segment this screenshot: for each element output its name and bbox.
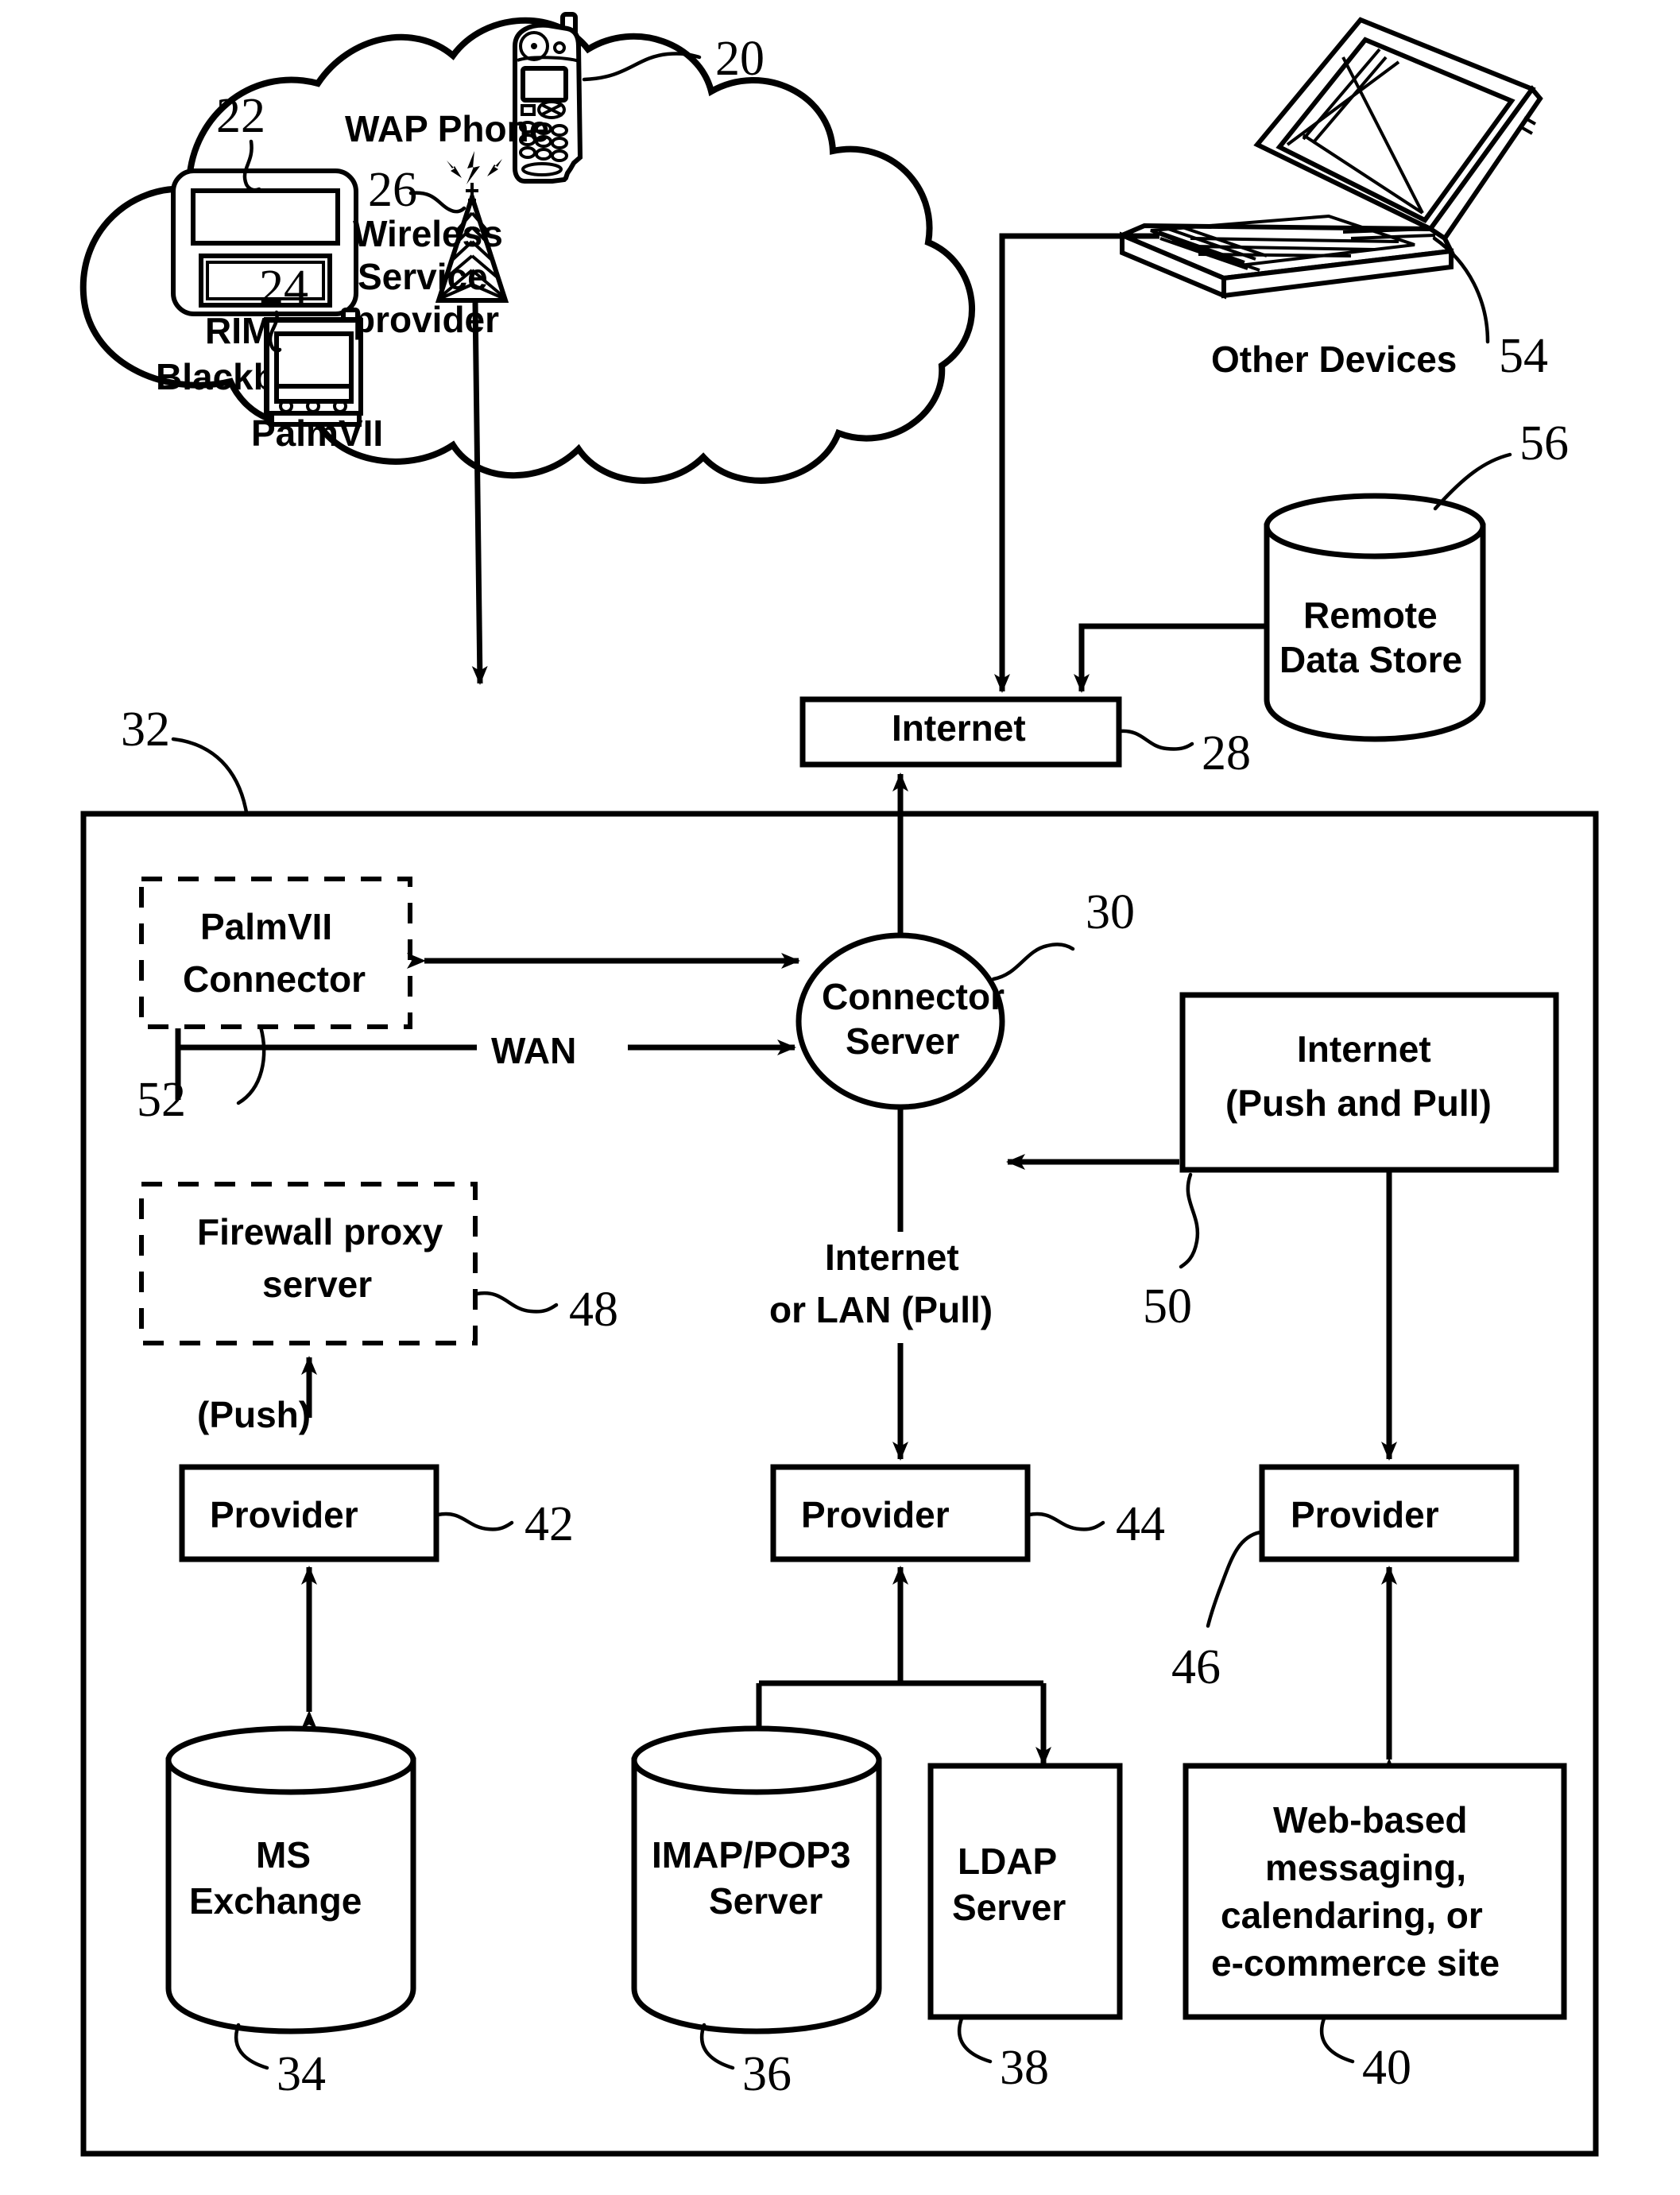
palmvii-connector-box	[139, 877, 412, 1029]
palmvii-icon	[264, 308, 363, 427]
ref-number-56: 56	[1519, 416, 1569, 470]
ref-number-48: 48	[569, 1283, 618, 1337]
lead-line-48	[474, 1291, 559, 1314]
ref-number-30: 30	[1086, 885, 1135, 939]
imap-line1: IMAP/POP3	[652, 1834, 851, 1876]
ref-number-20: 20	[715, 32, 765, 86]
ms-exchange-line1: MS	[256, 1834, 311, 1876]
remote-ds-label-line2: Data Store	[1279, 639, 1462, 680]
ref-number-34: 34	[277, 2047, 326, 2101]
lead-line-32	[171, 737, 249, 815]
ref-number-26: 26	[368, 163, 417, 217]
arrow-remote-store-to-internet	[1074, 623, 1267, 693]
web-line1: Web-based	[1273, 1799, 1468, 1841]
rim-label-line1: RIM	[205, 310, 272, 351]
remote-ds-label-line1: Remote	[1303, 594, 1438, 636]
ms-exchange-line2: Exchange	[189, 1880, 362, 1922]
lead-line-52	[236, 1024, 266, 1105]
internet-lan-pull-line1: Internet	[825, 1237, 959, 1278]
web-line4: e-commerce site	[1211, 1942, 1500, 1984]
ref-number-36: 36	[742, 2047, 792, 2101]
ref-number-38: 38	[1000, 2041, 1049, 2095]
ref-number-24: 24	[259, 261, 308, 315]
ref-number-42: 42	[525, 1497, 574, 1551]
lead-line-28	[1118, 729, 1194, 751]
lead-line-40	[1319, 2016, 1355, 2064]
ref-number-50: 50	[1143, 1279, 1192, 1334]
web-line3: calendaring, or	[1221, 1895, 1483, 1936]
lead-line-50	[1179, 1172, 1200, 1269]
lead-line-30	[991, 943, 1075, 981]
lead-line-56	[1433, 452, 1512, 511]
provider-46-label: Provider	[1291, 1494, 1439, 1535]
ref-number-22: 22	[216, 89, 265, 143]
connector-server-line2: Server	[846, 1020, 959, 1062]
laptop-icon	[1116, 17, 1543, 300]
lead-line-38	[957, 2016, 993, 2064]
wsp-label-line1: Wireless	[353, 213, 503, 254]
firewall-line2: server	[262, 1264, 372, 1305]
ref-number-28: 28	[1202, 726, 1251, 780]
wap-phone-icon	[513, 12, 583, 184]
ref-number-46: 46	[1171, 1640, 1221, 1694]
ref-number-54: 54	[1499, 329, 1548, 383]
internet-pp-line2: (Push and Pull)	[1225, 1082, 1492, 1124]
other-devices-label: Other Devices	[1211, 339, 1457, 380]
palmvii-label: PalmVII	[251, 412, 383, 454]
lead-line-46	[1206, 1530, 1263, 1628]
internet-label: Internet	[892, 707, 1026, 749]
ldap-line2: Server	[952, 1887, 1066, 1928]
imap-line2: Server	[709, 1880, 823, 1922]
palmvii-connector-line1: PalmVII	[200, 906, 332, 947]
wap-phone-label: WAP Phone	[345, 108, 549, 149]
patent-figure: 20 WAP Phone 22 RIM Blackberry 24 PalmVI…	[0, 0, 1680, 2195]
internet-lan-pull-line2: or LAN (Pull)	[769, 1289, 993, 1330]
internet-pp-line1: Internet	[1297, 1028, 1431, 1070]
firewall-line1: Firewall proxy	[197, 1211, 443, 1252]
lead-line-44	[1027, 1512, 1105, 1531]
ref-number-32: 32	[121, 703, 170, 757]
arrow-laptop-to-internet	[994, 233, 1159, 693]
connector-server-line1: Connector	[822, 976, 1005, 1017]
lead-line-42	[435, 1512, 514, 1531]
ref-number-40: 40	[1362, 2041, 1411, 2095]
web-line2: messaging,	[1265, 1847, 1466, 1888]
ref-number-44: 44	[1116, 1497, 1165, 1551]
provider-42-label: Provider	[210, 1494, 358, 1535]
provider-44-label: Provider	[801, 1494, 950, 1535]
push-label: (Push)	[197, 1394, 311, 1435]
wsp-label-line2: Service	[358, 256, 488, 297]
palmvii-connector-line2: Connector	[183, 958, 366, 1000]
ldap-line1: LDAP	[958, 1841, 1057, 1882]
wan-label: WAN	[491, 1030, 576, 1071]
